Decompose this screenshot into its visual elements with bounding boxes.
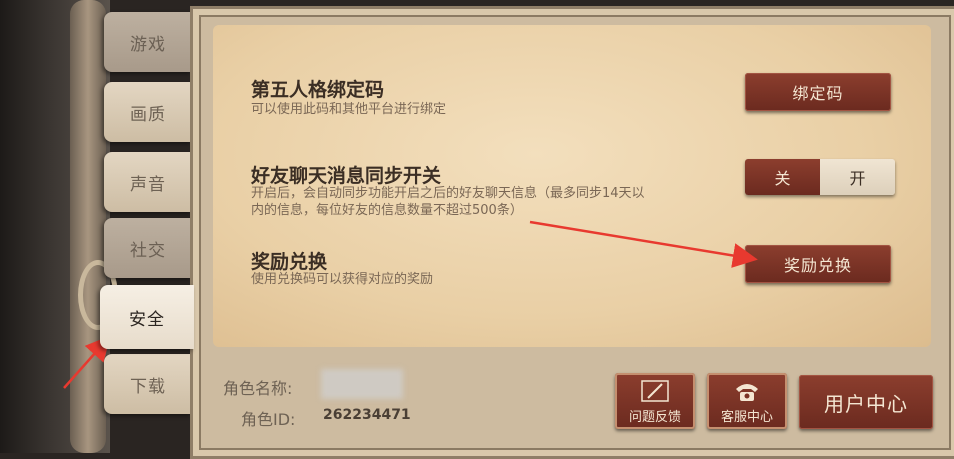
bind-code-button[interactable]: 绑定码 bbox=[745, 73, 891, 111]
chat-sync-toggle[interactable]: 关 开 bbox=[745, 159, 895, 195]
tab-sound-label: 声音 bbox=[130, 174, 166, 195]
chat-sync-desc-line1: 开启后，会自动同步功能开启之后的好友聊天信息（最多同步14天以 bbox=[251, 186, 645, 201]
toggle-off-option[interactable]: 关 bbox=[745, 159, 820, 195]
support-center-button[interactable]: 客服中心 bbox=[707, 373, 787, 429]
tab-download[interactable]: 下载 bbox=[104, 354, 192, 414]
user-center-button-label: 用户中心 bbox=[824, 391, 908, 416]
tab-security[interactable]: 安全 bbox=[100, 285, 194, 349]
background-scene bbox=[0, 0, 118, 453]
role-name-label: 角色名称: bbox=[223, 379, 293, 398]
scroll-rod bbox=[70, 0, 106, 453]
role-name-value-redacted bbox=[321, 369, 403, 399]
tab-graphics-label: 画质 bbox=[130, 104, 166, 125]
feedback-button[interactable]: 问题反馈 bbox=[615, 373, 695, 429]
telephone-icon bbox=[736, 384, 758, 401]
user-center-button[interactable]: 用户中心 bbox=[799, 375, 933, 429]
toggle-on-label: 开 bbox=[849, 169, 866, 188]
reward-redeem-desc: 使用兑换码可以获得对应的奖励 bbox=[251, 272, 434, 287]
bind-code-desc: 可以使用此码和其他平台进行绑定 bbox=[251, 102, 447, 117]
bind-code-title: 第五人格绑定码 bbox=[251, 79, 385, 101]
tab-game[interactable]: 游戏 bbox=[104, 12, 192, 72]
reward-redeem-title: 奖励兑换 bbox=[251, 251, 328, 273]
tab-download-label: 下载 bbox=[130, 376, 166, 397]
role-id-label: 角色ID: bbox=[241, 410, 296, 429]
chat-sync-title: 好友聊天消息同步开关 bbox=[251, 165, 442, 187]
feedback-button-label: 问题反馈 bbox=[628, 410, 681, 425]
tab-security-label: 安全 bbox=[129, 309, 165, 330]
pencil-icon bbox=[641, 380, 669, 402]
tab-game-label: 游戏 bbox=[130, 34, 166, 55]
tab-social-label: 社交 bbox=[130, 240, 166, 261]
tab-graphics[interactable]: 画质 bbox=[104, 82, 192, 142]
role-id-value: 262234471 bbox=[323, 407, 411, 423]
bind-code-button-label: 绑定码 bbox=[792, 84, 844, 103]
toggle-off-label: 关 bbox=[774, 169, 791, 188]
reward-redeem-button[interactable]: 奖励兑换 bbox=[745, 245, 891, 283]
security-settings-card: 第五人格绑定码 可以使用此码和其他平台进行绑定 绑定码 好友聊天消息同步开关 开… bbox=[213, 25, 931, 347]
chat-sync-desc-line2: 内的信息，每位好友的信息数量不超过500条） bbox=[251, 203, 523, 218]
support-center-button-label: 客服中心 bbox=[720, 410, 773, 425]
toggle-on-option[interactable]: 开 bbox=[820, 159, 895, 195]
tab-social[interactable]: 社交 bbox=[104, 218, 192, 278]
tab-sound[interactable]: 声音 bbox=[104, 152, 192, 212]
settings-panel: 第五人格绑定码 可以使用此码和其他平台进行绑定 绑定码 好友聊天消息同步开关 开… bbox=[190, 6, 954, 459]
reward-redeem-button-label: 奖励兑换 bbox=[783, 256, 852, 275]
